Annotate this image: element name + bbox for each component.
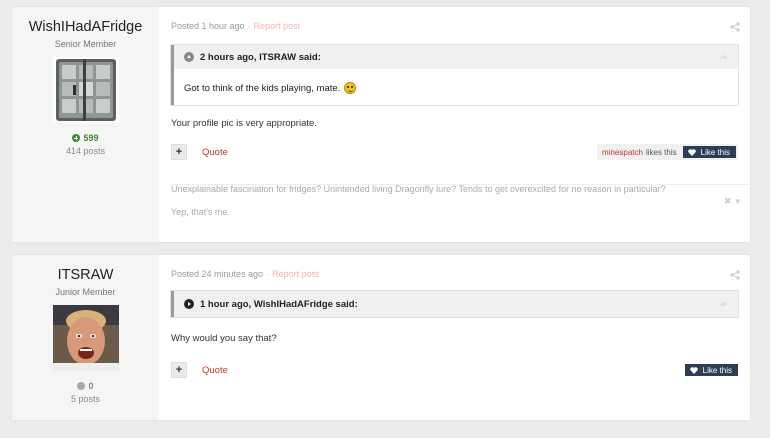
avatar-chef[interactable] [52, 305, 119, 371]
circle-icon [77, 382, 86, 390]
close-icon[interactable]: ✖ [724, 196, 732, 207]
share-icon[interactable] [730, 270, 740, 280]
signature-line-2: Yep, that's me. [171, 207, 230, 217]
report-post-link[interactable]: Report post [272, 269, 319, 279]
liker-name[interactable]: minespatch [602, 148, 643, 157]
meta-separator: · [247, 21, 251, 31]
quote-block: 1 hour ago, WishIHadAFridge said: [171, 291, 738, 317]
post-meta: Posted 24 minutes ago · Report post [171, 267, 738, 281]
quote-header[interactable]: 2 hours ago, ITSRAW said: [174, 45, 738, 69]
meta-separator: · [266, 269, 270, 279]
plus-circle-icon [72, 134, 81, 142]
post-date[interactable]: Posted 1 hour ago [171, 21, 245, 31]
likes-text: likes this [645, 147, 677, 157]
author-role: Senior Member [54, 39, 117, 49]
report-post-link[interactable]: Report post [254, 21, 301, 31]
quote-block: 2 hours ago, ITSRAW said: Got to think o… [171, 45, 738, 105]
like-button-label: Like this [702, 365, 732, 375]
quote-text: Got to think of the kids playing, mate. [184, 82, 341, 94]
post-count: 5 posts [70, 394, 101, 404]
post-body: Your profile pic is very appropriate. [171, 118, 317, 129]
post-actions: + Quote Like this [171, 361, 738, 379]
like-button[interactable]: Like this [684, 364, 738, 376]
post-body: Why would you say that? [171, 333, 277, 344]
post-count: 414 posts [65, 146, 106, 156]
share-icon[interactable] [730, 22, 740, 32]
quote-link-icon[interactable] [718, 300, 728, 308]
collapse-icon[interactable] [184, 52, 194, 62]
post-itsraw: ITSRAW Junior Member 0 5 posts Posted 24… [12, 255, 750, 420]
post-content: Posted 24 minutes ago · Report post 1 ho… [159, 255, 750, 420]
reputation-value: 0 [88, 381, 94, 391]
heart-icon [687, 148, 696, 156]
post-actions: + Quote minespatch likes this Like this [171, 143, 738, 161]
quote-button[interactable]: Quote [202, 147, 228, 158]
likes-bar: minespatch likes this Like this [597, 144, 738, 160]
reputation-badge[interactable]: 0 [12, 381, 159, 391]
like-button[interactable]: Like this [682, 146, 736, 158]
quote-header[interactable]: 1 hour ago, WishIHadAFridge said: [174, 291, 738, 317]
heart-icon [689, 366, 698, 374]
author-name[interactable]: WishIHadAFridge [12, 19, 159, 36]
chevron-down-icon[interactable]: ▾ [735, 196, 740, 207]
post-date[interactable]: Posted 24 minutes ago [171, 269, 263, 279]
signature-divider [171, 184, 750, 185]
author-role: Junior Member [55, 287, 116, 297]
quote-button[interactable]: Quote [202, 365, 228, 376]
post-content: Posted 1 hour ago · Report post 2 hours … [159, 7, 750, 242]
quote-body: Got to think of the kids playing, mate. [174, 69, 738, 105]
reputation-value: 599 [83, 133, 99, 143]
like-button-label: Like this [700, 147, 730, 157]
quote-citation: 1 hour ago, WishIHadAFridge said: [200, 298, 358, 310]
avatar-fridge[interactable] [52, 57, 119, 123]
post-wishihadafridge: WishIHadAFridge Senior Member 599 414 po… [12, 7, 750, 242]
signature-controls: ✖ ▾ [724, 196, 740, 207]
multiquote-button[interactable]: + [171, 362, 187, 378]
signature-line-1: Unexplainable fascination for fridges? U… [171, 184, 666, 194]
author-panel: ITSRAW Junior Member 0 5 posts [12, 255, 159, 420]
author-name[interactable]: ITSRAW [12, 267, 159, 284]
likes-bar: Like this [684, 364, 738, 376]
quote-link-icon[interactable] [718, 53, 728, 61]
multiquote-button[interactable]: + [171, 144, 187, 160]
reputation-badge[interactable]: 599 [12, 133, 159, 143]
post-meta: Posted 1 hour ago · Report post [171, 19, 738, 33]
quote-citation: 2 hours ago, ITSRAW said: [200, 51, 321, 63]
expand-icon[interactable] [184, 299, 194, 309]
author-panel: WishIHadAFridge Senior Member 599 414 po… [12, 7, 159, 242]
grin-emoji-icon [344, 82, 357, 94]
